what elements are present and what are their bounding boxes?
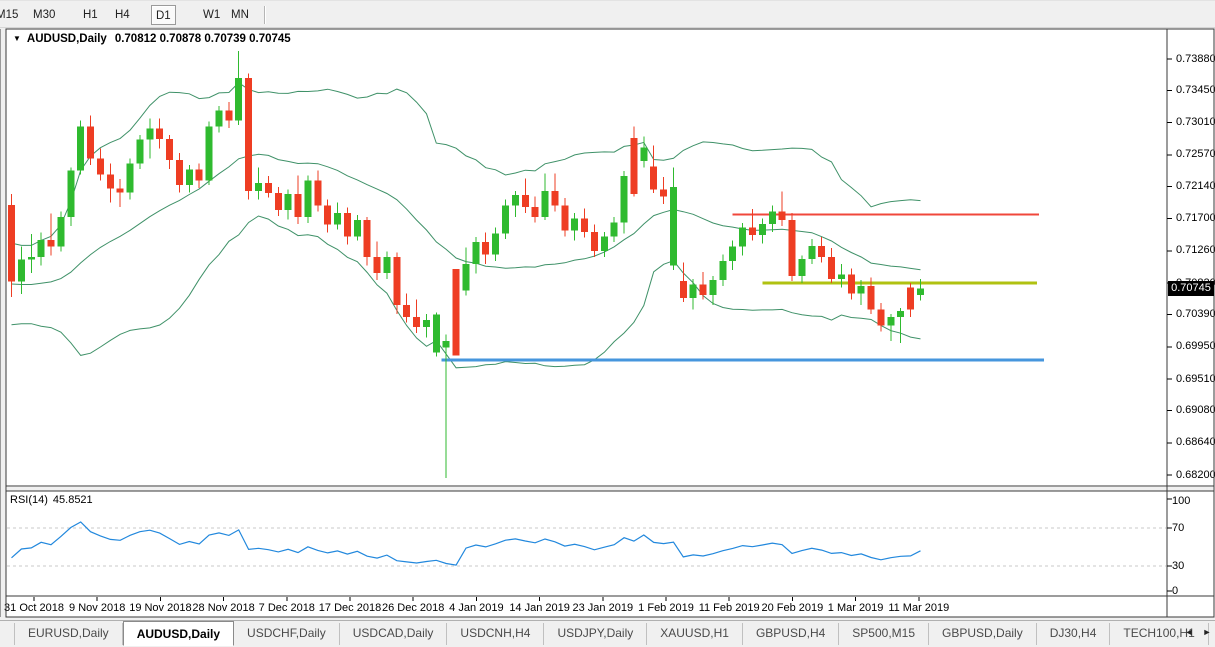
price-axis-label: 0.73450 <box>1176 84 1215 96</box>
time-axis-label: 17 Dec 2018 <box>319 602 381 614</box>
timeframe-button-h1[interactable]: H1 <box>79 5 102 25</box>
time-axis-label: 1 Feb 2019 <box>638 602 694 614</box>
tab-dj30-h4[interactable]: DJ30,H4 <box>1037 623 1111 645</box>
rsi-axis-label: 30 <box>1172 560 1184 572</box>
rsi-axis-label: 100 <box>1172 495 1190 507</box>
price-axis-label: 0.70390 <box>1176 308 1215 320</box>
tab-audusd-daily[interactable]: AUDUSD,Daily <box>123 621 234 646</box>
chart-dropdown-icon[interactable]: ▼ <box>13 34 21 43</box>
price-axis-label: 0.73880 <box>1176 53 1215 65</box>
time-axis-label: 23 Jan 2019 <box>573 602 634 614</box>
chart-window <box>6 29 1215 617</box>
rsi-indicator-label: RSI(14) 45.8521 <box>10 494 98 506</box>
price-axis-label: 0.69080 <box>1176 404 1215 416</box>
price-axis-label: 0.73010 <box>1176 116 1215 128</box>
time-axis-label: 26 Dec 2018 <box>382 602 444 614</box>
tab-xauusd-h1[interactable]: XAUUSD,H1 <box>647 623 743 645</box>
price-axis-label: 0.71260 <box>1176 244 1215 256</box>
time-axis-label: 7 Dec 2018 <box>259 602 315 614</box>
price-axis-label: 0.72140 <box>1176 180 1215 192</box>
rsi-axis-label: 70 <box>1172 522 1184 534</box>
chart-symbol-label: AUDUSD,Daily <box>27 33 107 45</box>
timeframe-toolbar: M15 M30 H1 H4 D1 W1MN <box>0 0 1215 28</box>
price-axis-label: 0.69950 <box>1176 340 1215 352</box>
tab-gbpusd-h4[interactable]: GBPUSD,H4 <box>743 623 839 645</box>
tab-scroll-left-icon[interactable]: ◄ <box>1183 624 1195 640</box>
tab-sp500-m15[interactable]: SP500,M15 <box>839 623 929 645</box>
toolbar-separator <box>264 6 266 24</box>
chart-title: ▼ AUDUSD,Daily 0.70812 0.70878 0.70739 0.7… <box>13 33 291 45</box>
timeframe-button-mn[interactable]: MN <box>227 5 253 25</box>
time-axis-label: 11 Mar 2019 <box>888 602 949 614</box>
time-axis-label: 4 Jan 2019 <box>449 602 503 614</box>
timeframe-button-h4[interactable]: H4 <box>111 5 134 25</box>
price-axis-label: 0.68200 <box>1176 469 1215 481</box>
price-axis-label: 0.72570 <box>1176 148 1215 160</box>
timeframe-button-m30[interactable]: M30 <box>29 5 59 25</box>
tab-scroll-arrows: ◄ ► <box>1183 624 1213 640</box>
tab-gbpusd-daily[interactable]: GBPUSD,Daily <box>929 623 1037 645</box>
time-axis-label: 1 Mar 2019 <box>828 602 884 614</box>
timeframe-button-d1[interactable]: D1 <box>151 5 176 25</box>
timeframe-button-w1[interactable]: W1 <box>199 5 224 25</box>
time-axis-label: 20 Feb 2019 <box>762 602 824 614</box>
rsi-value: 45.8521 <box>53 494 93 506</box>
chart-tab-bar: EURUSD,DailyAUDUSD,DailyUSDCHF,DailyUSDC… <box>0 620 1215 647</box>
tab-usdchf-daily[interactable]: USDCHF,Daily <box>234 623 340 645</box>
rsi-name: RSI(14) <box>10 494 48 506</box>
tab-usdcad-daily[interactable]: USDCAD,Daily <box>340 623 448 645</box>
time-axis-label: 28 Nov 2018 <box>192 602 254 614</box>
rsi-axis-label: 0 <box>1172 585 1178 597</box>
price-axis-label: 0.68640 <box>1176 436 1215 448</box>
time-axis-label: 11 Feb 2019 <box>699 602 760 614</box>
time-axis-label: 9 Nov 2018 <box>69 602 125 614</box>
time-axis-label: 19 Nov 2018 <box>129 602 191 614</box>
current-price-tag: 0.70745 <box>1168 281 1214 296</box>
tab-usdcnh-h4[interactable]: USDCNH,H4 <box>447 623 544 645</box>
price-axis-label: 0.69510 <box>1176 373 1215 385</box>
tab-eurusd-daily[interactable]: EURUSD,Daily <box>14 623 123 645</box>
time-axis-label: 14 Jan 2019 <box>509 602 570 614</box>
tab-scroll-right-icon[interactable]: ► <box>1201 624 1213 640</box>
window-left-edge <box>0 29 1 617</box>
price-axis-label: 0.71700 <box>1176 212 1215 224</box>
tab-usdjpy-daily[interactable]: USDJPY,Daily <box>544 623 647 645</box>
time-axis-label: 31 Oct 2018 <box>4 602 64 614</box>
timeframe-button-m15[interactable]: M15 <box>0 5 22 25</box>
chart-ohlc-quotes: 0.70812 0.70878 0.70739 0.70745 <box>115 33 291 45</box>
